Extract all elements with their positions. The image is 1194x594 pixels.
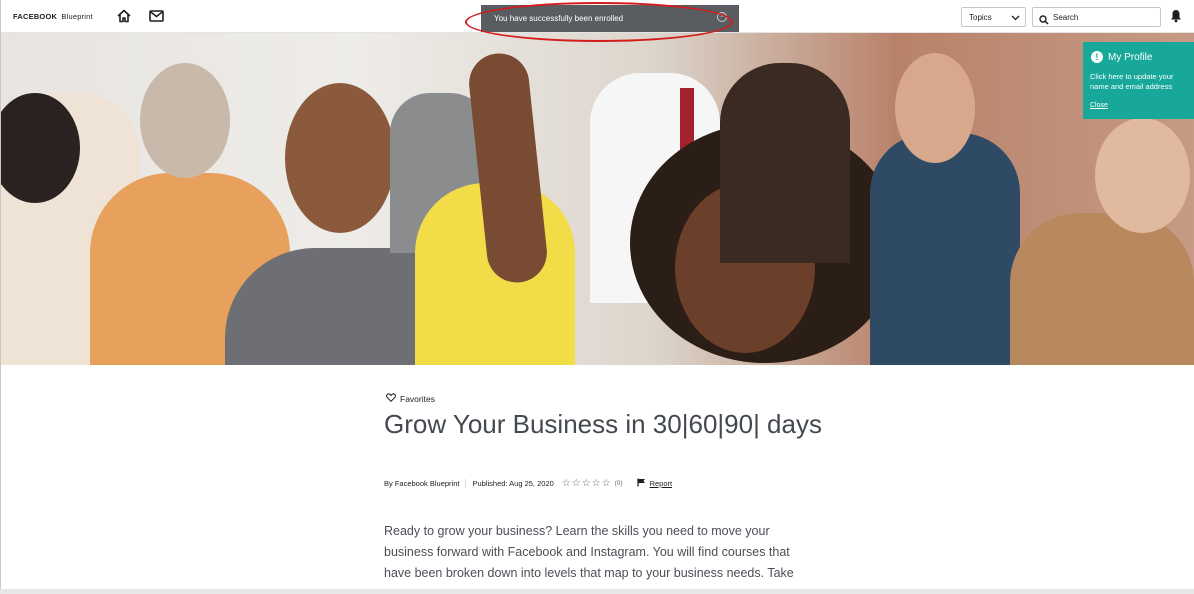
toast-message: You have successfully been enrolled: [494, 14, 624, 23]
profile-card-title: My Profile: [1108, 51, 1153, 63]
course-meta: By Facebook Blueprint Published: Aug 25,…: [384, 478, 672, 489]
brand-name: FACEBOOK: [13, 12, 58, 21]
profile-card-header: ! My Profile: [1091, 51, 1152, 63]
rating-stars[interactable]: ☆☆☆☆☆: [562, 478, 612, 489]
course-title: Grow Your Business in 30|60|90| days: [384, 409, 822, 439]
mail-icon[interactable]: [148, 8, 164, 24]
hero-image: [0, 33, 1194, 365]
bottom-edge: [0, 589, 1194, 594]
course-published-date: Published: Aug 25, 2020: [472, 479, 554, 488]
search-icon: [1039, 12, 1049, 30]
course-description: Ready to grow your business? Learn the s…: [384, 524, 794, 580]
flag-icon: [636, 478, 646, 489]
brand-logo[interactable]: FACEBOOK Blueprint: [13, 12, 93, 21]
topics-label: Topics: [969, 13, 992, 22]
search-input[interactable]: [1053, 11, 1153, 24]
meta-divider: [465, 479, 467, 488]
profile-card-text[interactable]: Click here to update your name and email…: [1090, 72, 1192, 92]
close-icon[interactable]: ×: [717, 12, 727, 22]
alert-icon: !: [1091, 51, 1103, 63]
chevron-down-icon: [1011, 13, 1020, 24]
favorites-toggle[interactable]: Favorites: [386, 393, 435, 404]
report-link[interactable]: Report: [636, 478, 673, 489]
page: FACEBOOK Blueprint Topics Search ! My Pr…: [0, 0, 1194, 594]
enrollment-toast: You have successfully been enrolled ×: [481, 5, 739, 32]
course-author: By Facebook Blueprint: [384, 479, 460, 488]
rating-count: (0): [614, 480, 623, 487]
window-edge: [0, 0, 1, 594]
report-label: Report: [649, 479, 673, 488]
profile-card-close-link[interactable]: Close: [1090, 102, 1108, 109]
topics-dropdown[interactable]: Topics: [961, 7, 1026, 27]
favorites-label: Favorites: [400, 393, 435, 404]
profile-card[interactable]: ! My Profile Click here to update your n…: [1083, 42, 1194, 119]
brand-product: Blueprint: [61, 12, 93, 21]
heart-icon: [386, 393, 396, 404]
home-icon[interactable]: [116, 8, 132, 24]
search-box[interactable]: [1032, 7, 1161, 27]
notifications-bell-icon[interactable]: [1170, 9, 1182, 28]
